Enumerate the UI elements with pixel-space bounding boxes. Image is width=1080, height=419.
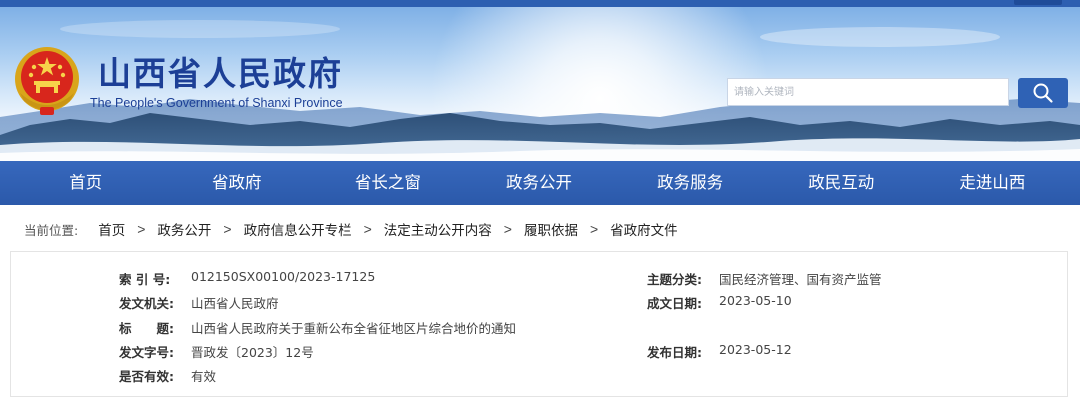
breadcrumb-link-provincial-documents[interactable]: 省政府文件 [610,219,678,239]
national-emblem-icon [15,47,79,115]
breadcrumb-separator: > [137,221,146,237]
info-row-issuer: 发文机关: 山西省人民政府 成文日期: 2023-05-10 [11,293,1067,313]
main-nav-strip: 首页 省政府 省长之窗 政务公开 政务服务 政民互动 走进山西 [10,161,1068,205]
valid-value: 有效 [191,369,217,384]
breadcrumb-link-statutory-content[interactable]: 法定主动公开内容 [384,219,492,239]
search-input[interactable] [727,78,1009,106]
info-row-index: 索 引 号: 012150SX00100/2023-17125 主题分类: 国民… [11,269,1067,289]
issuer-label: 发文机关: [119,296,174,311]
publish-date-label: 发布日期: [647,345,702,360]
breadcrumb-separator: > [589,221,599,237]
main-nav: 首页 省政府 省长之窗 政务公开 政务服务 政民互动 走进山西 [0,161,1080,205]
top-bar-tab [1014,0,1062,5]
issuer-value: 山西省人民政府 [191,296,279,311]
publish-date-value: 2023-05-12 [719,342,792,357]
nav-item-governor-window[interactable]: 省长之窗 [312,161,463,205]
doc-number-label: 发文字号: [119,345,174,360]
breadcrumb-separator: > [223,221,232,237]
index-value: 012150SX00100/2023-17125 [191,269,376,284]
nav-item-provincial-government[interactable]: 省政府 [161,161,312,205]
search-button[interactable] [1018,78,1068,108]
document-info-panel: 索 引 号: 012150SX00100/2023-17125 主题分类: 国民… [10,251,1068,397]
date-written-value: 2023-05-10 [719,293,792,308]
topic-value: 国民经济管理、国有资产监管 [719,272,882,287]
info-row-title: 标 题: 山西省人民政府关于重新公布全省征地区片综合地价的通知 [11,318,1067,338]
breadcrumb-separator: > [503,221,512,237]
title-value: 山西省人民政府关于重新公布全省征地区片综合地价的通知 [191,321,517,336]
breadcrumb-link-government-affairs[interactable]: 政务公开 [157,219,211,239]
title-label: 标 题: [119,321,174,336]
breadcrumb-link-home[interactable]: 首页 [98,219,125,239]
top-bar [0,0,1080,7]
info-row-validity: 是否有效: 有效 [11,366,1067,386]
info-row-doc-number: 发文字号: 晋政发〔2023〕12号 发布日期: 2023-05-12 [11,342,1067,362]
nav-item-home[interactable]: 首页 [10,161,161,205]
site-subtitle: The People's Government of Shanxi Provin… [90,96,343,110]
header-banner: 山西省人民政府 The People's Government of Shanx… [0,7,1080,161]
index-label: 索 引 号: [119,272,171,287]
search-icon [1033,83,1053,103]
nav-item-about-shanxi[interactable]: 走进山西 [917,161,1068,205]
site-title: 山西省人民政府 [98,54,343,93]
nav-item-government-affairs-disclosure[interactable]: 政务公开 [463,161,614,205]
doc-number-value: 晋政发〔2023〕12号 [191,345,314,360]
valid-label: 是否有效: [119,369,174,384]
breadcrumb-link-info-disclosure[interactable]: 政府信息公开专栏 [244,219,352,239]
breadcrumb-separator: > [363,221,372,237]
nav-item-public-interaction[interactable]: 政民互动 [766,161,917,205]
nav-item-government-services[interactable]: 政务服务 [615,161,766,205]
topic-label: 主题分类: [647,272,702,287]
breadcrumb-prefix: 当前位置: [24,222,79,238]
breadcrumb: 当前位置: 首页 > 政务公开 > 政府信息公开专栏 > 法定主动公开内容 > … [24,218,678,240]
date-written-label: 成文日期: [647,296,702,311]
breadcrumb-link-duty-basis[interactable]: 履职依据 [524,219,578,239]
